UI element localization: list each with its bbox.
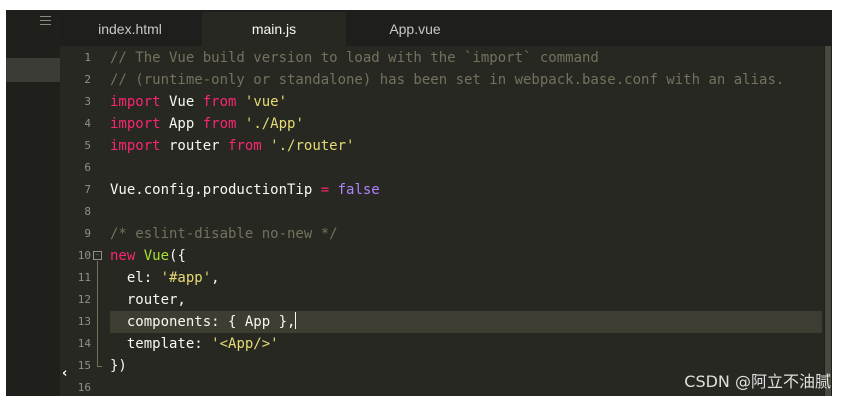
tab-label: App.vue <box>389 21 441 37</box>
code-token: Vue.config.productionTip <box>110 182 321 198</box>
code-token: router <box>160 138 229 154</box>
code-token: '#app' <box>160 270 212 286</box>
vertical-scrollbar[interactable] <box>824 46 832 396</box>
fold-end-marker <box>97 366 102 367</box>
watermark: CSDN @阿立不油腻 <box>684 372 831 391</box>
code-token: // (runtime-only or standalone) has been… <box>110 72 785 88</box>
code-line[interactable]: components: { App }, <box>110 311 297 333</box>
code-token: router, <box>110 292 186 308</box>
line-number: 14 <box>77 337 91 350</box>
tab-index-html[interactable]: index.html <box>64 12 196 46</box>
code-line[interactable]: Vue.config.productionTip = false <box>110 179 380 201</box>
code-line[interactable]: router, <box>110 289 186 311</box>
code-token: template: <box>110 336 212 352</box>
code-token: components: { App }, <box>110 314 296 330</box>
fold-guide <box>97 261 98 366</box>
text-cursor <box>295 312 297 329</box>
line-number: 10 <box>77 249 91 262</box>
line-number: 12 <box>77 293 91 306</box>
code-line[interactable]: /* eslint-disable no-new */ <box>110 223 338 245</box>
code-editor[interactable]: // The Vue build version to load with th… <box>110 47 826 396</box>
line-number: 11 <box>77 271 91 284</box>
code-token: /* eslint-disable no-new */ <box>110 226 338 242</box>
code-token: import <box>110 116 161 132</box>
code-token: // The Vue build version to load with th… <box>110 50 599 66</box>
code-token: false <box>337 182 380 198</box>
code-line[interactable]: // The Vue build version to load with th… <box>110 47 599 69</box>
code-line[interactable]: import App from './App' <box>110 113 304 135</box>
tab-app-vue[interactable]: App.vue <box>352 12 478 46</box>
code-line[interactable]: import router from './router' <box>110 135 354 157</box>
code-token: from <box>202 94 237 110</box>
tab-bar: index.html main.js App.vue <box>60 10 832 46</box>
line-number: 8 <box>84 205 91 218</box>
code-token: import <box>110 138 161 154</box>
line-number-gutter: 1 2 3 4 5 6 7 8 9 10 11 12 13 14 15 16− <box>60 47 102 396</box>
code-token: import <box>110 94 161 110</box>
code-line[interactable]: import Vue from 'vue' <box>110 91 287 113</box>
line-number: 9 <box>84 227 91 240</box>
line-number: 13 <box>77 315 91 328</box>
code-token: = <box>320 182 330 198</box>
code-line[interactable]: new Vue({ <box>110 245 186 267</box>
code-token: from <box>228 138 262 154</box>
line-number: 4 <box>84 117 91 130</box>
code-token: 'vue' <box>244 94 288 110</box>
code-token: el: <box>110 270 161 286</box>
collapse-sidebar-icon[interactable]: ‹ <box>62 366 67 381</box>
tab-main-js[interactable]: main.js <box>202 12 346 46</box>
hamburger-icon[interactable] <box>40 16 51 25</box>
fold-toggle-icon[interactable]: − <box>93 251 102 260</box>
code-token: new <box>110 248 136 264</box>
sidebar <box>6 10 60 396</box>
code-token: ({ <box>169 248 186 264</box>
code-token: , <box>211 270 220 286</box>
code-token: Vue <box>143 248 170 264</box>
tab-label: main.js <box>251 21 297 37</box>
tab-label: index.html <box>98 21 162 37</box>
code-token: }) <box>110 358 127 374</box>
line-number: 2 <box>84 73 91 86</box>
code-token: Vue <box>160 94 203 110</box>
code-line[interactable]: el: '#app', <box>110 267 220 289</box>
code-token: from <box>202 116 237 132</box>
code-line[interactable]: }) <box>110 355 127 377</box>
sidebar-selected-item[interactable] <box>6 58 60 82</box>
code-token: '<App/>' <box>211 336 279 352</box>
line-number: 1 <box>84 51 91 64</box>
code-line[interactable]: // (runtime-only or standalone) has been… <box>110 69 784 91</box>
code-line[interactable]: template: '<App/>' <box>110 333 279 355</box>
line-number: 5 <box>84 139 91 152</box>
code-token: App <box>160 116 203 132</box>
editor-window: index.html main.js App.vue 1 2 3 4 5 6 7 8 9 10 11… <box>6 10 832 396</box>
line-number: 7 <box>84 183 91 196</box>
code-token: './App' <box>244 116 304 132</box>
line-number: 6 <box>84 161 91 174</box>
scrollbar-thumb[interactable] <box>825 46 831 396</box>
line-number: 3 <box>84 95 91 108</box>
code-token: './router' <box>270 138 355 154</box>
